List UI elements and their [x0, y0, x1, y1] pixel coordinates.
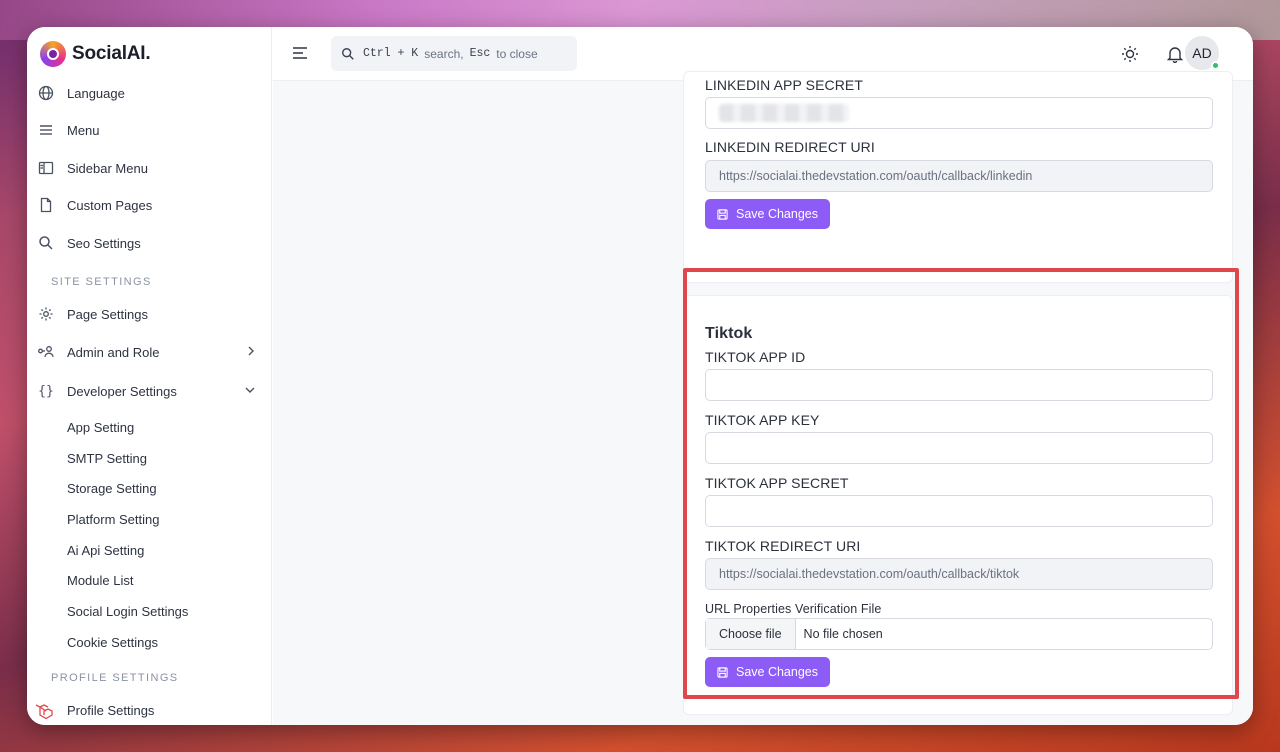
- sidebar-layout-icon: [37, 159, 55, 177]
- document-icon: [37, 196, 55, 214]
- sidebar-subitem-app-setting[interactable]: App Setting: [67, 417, 134, 437]
- sidebar-item-label: Page Settings: [67, 306, 148, 322]
- sidebar-item-label: Menu: [67, 122, 100, 138]
- linkedin-redirect-label: LINKEDIN REDIRECT URI: [705, 139, 875, 155]
- sidebar-toggle-icon[interactable]: [291, 44, 311, 64]
- sidebar-subitem-social-login-settings[interactable]: Social Login Settings: [67, 601, 188, 621]
- sidebar-item-label: Custom Pages: [67, 197, 153, 213]
- chevron-down-icon: [245, 385, 255, 397]
- search-icon: [37, 234, 55, 252]
- sidebar-subitem-ai-api-setting[interactable]: Ai Api Setting: [67, 540, 144, 560]
- search-icon: [341, 47, 355, 61]
- search-shortcut-key: Ctrl + K: [363, 47, 419, 60]
- search-hint-text: to close: [496, 46, 538, 61]
- avatar[interactable]: AD: [1185, 36, 1220, 70]
- highlight-box: [683, 268, 1239, 699]
- laravel-icon: [27, 696, 61, 725]
- sidebar-subitem-platform-setting[interactable]: Platform Setting: [67, 509, 160, 529]
- sidebar-subitem-storage-setting[interactable]: Storage Setting: [67, 478, 157, 498]
- brand-logo-icon: [40, 41, 66, 67]
- brand[interactable]: SocialAI.: [40, 40, 151, 68]
- sidebar-item-admin-and-role[interactable]: Admin and Role: [37, 336, 265, 368]
- section-label-site-settings: SITE SETTINGS: [51, 276, 152, 288]
- sidebar-item-label: Developer Settings: [67, 383, 177, 399]
- save-icon: [717, 208, 728, 220]
- sidebar-item-label: Language: [67, 85, 125, 101]
- linkedin-redirect-input[interactable]: https://socialai.thedevstation.com/oauth…: [705, 160, 1213, 192]
- section-label-profile-settings: PROFILE SETTINGS: [51, 672, 179, 684]
- masked-secret-value: [719, 104, 849, 122]
- linkedin-save-button[interactable]: Save Changes: [705, 199, 830, 229]
- sidebar-item-language[interactable]: Language: [37, 77, 265, 109]
- sidebar-item-label: Seo Settings: [67, 235, 141, 251]
- sidebar-item-label: Sidebar Menu: [67, 160, 148, 176]
- app-window: SocialAI. Language Menu Sidebar Menu Cus…: [27, 27, 1253, 725]
- sidebar-item-label: Admin and Role: [67, 344, 160, 360]
- user-key-icon: [37, 343, 55, 361]
- sidebar-item-developer-settings[interactable]: {} Developer Settings: [37, 375, 265, 407]
- gear-icon: [37, 305, 55, 323]
- sidebar-item-profile-settings[interactable]: Profile Settings: [67, 700, 154, 720]
- sidebar-item-menu[interactable]: Menu: [37, 114, 265, 146]
- avatar-initials: AD: [1192, 45, 1212, 61]
- sidebar-subitem-smtp-setting[interactable]: SMTP Setting: [67, 448, 147, 468]
- search-hint-text: search,: [424, 46, 464, 61]
- sidebar-subitem-module-list[interactable]: Module List: [67, 570, 133, 590]
- sidebar-item-seo-settings[interactable]: Seo Settings: [37, 227, 265, 259]
- linkedin-settings-card: LINKEDIN APP SECRET LINKEDIN REDIRECT UR…: [683, 71, 1233, 283]
- sidebar-subitem-cookie-settings[interactable]: Cookie Settings: [67, 632, 158, 652]
- sun-icon[interactable]: [1119, 43, 1141, 65]
- save-button-label: Save Changes: [735, 207, 818, 221]
- sidebar-item-page-settings[interactable]: Page Settings: [37, 298, 265, 330]
- sidebar: SocialAI. Language Menu Sidebar Menu Cus…: [27, 27, 272, 725]
- online-status-dot: [1211, 61, 1220, 70]
- search-escape-key: Esc: [469, 47, 491, 60]
- brand-name: SocialAI.: [72, 43, 151, 64]
- menu-icon: [37, 121, 55, 139]
- search-input[interactable]: Ctrl + K search, Esc to close: [331, 36, 577, 71]
- sidebar-item-custom-pages[interactable]: Custom Pages: [37, 189, 265, 221]
- globe-icon: [37, 84, 55, 102]
- braces-icon: {}: [38, 383, 54, 399]
- sidebar-item-sidebar-menu[interactable]: Sidebar Menu: [37, 152, 265, 184]
- linkedin-secret-input[interactable]: [705, 97, 1213, 129]
- chevron-right-icon: [247, 346, 255, 359]
- linkedin-secret-label: LINKEDIN APP SECRET: [705, 77, 864, 93]
- main-content: LINKEDIN APP SECRET LINKEDIN REDIRECT UR…: [273, 71, 1253, 725]
- bell-icon[interactable]: [1164, 43, 1186, 65]
